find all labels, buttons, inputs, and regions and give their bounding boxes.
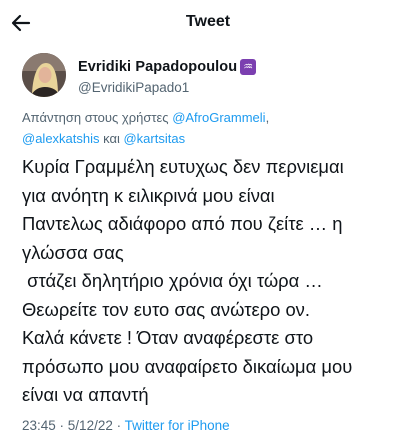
tweet-line: είναι να απαντή (22, 384, 149, 405)
reply-prefix: Απάντηση στους χρήστες (22, 110, 173, 125)
tweet-line: πρόσωπο μου αναφαίρετο δικαίωμα μου (22, 355, 353, 377)
tweet-line: Παντελως αδιάφορο από που ζείτε … η (22, 213, 343, 234)
tweet-line: Κυρία Γραμμέλη ευτυχως δεν περνιεμαι (22, 156, 344, 177)
tweet-line: Θεωρείτε τον ευτο σας ανώτερο ον. (22, 298, 310, 320)
aquarius-icon: ♒ (240, 59, 257, 75)
tweet-line: γλώσσα σας (22, 241, 124, 263)
page-title: Tweet (185, 13, 231, 30)
meta-separator: · (55, 418, 68, 433)
reply-separator: και (99, 131, 124, 146)
tweet-line: για ανόητη κ ειλικρινά μου είναι (22, 184, 275, 206)
author-handle[interactable]: @EvridikiPapado1 (78, 80, 189, 95)
tweet-date[interactable]: 5/12/22 (68, 418, 113, 433)
top-bar: Tweet (0, 0, 416, 46)
tweet-line: στάζει δηλητήριο χρόνια όχι τώρα … (22, 270, 323, 291)
tweet-time[interactable]: 23:45 (22, 418, 56, 433)
mention-link[interactable]: @kartsitas (123, 131, 185, 146)
author-name-row: Evridiki Papadopoulou ♒ (78, 59, 257, 75)
client-link[interactable]: Twitter for iPhone (125, 418, 230, 433)
mention-link[interactable]: @AfroGrammeli (172, 110, 265, 125)
tweet-metadata: 23:45 · 5/12/22 · Twitter for iPhone (22, 418, 230, 433)
tweet-line: Καλά κάνετε ! Όταν αναφέρεστε στο (22, 327, 314, 348)
mention-link[interactable]: @alexkatshis (22, 131, 100, 146)
display-name[interactable]: Evridiki Papadopoulou (78, 59, 237, 75)
reply-context: Απάντηση στους χρήστες @AfroGrammeli, (22, 110, 269, 125)
reply-context-continued: @alexkatshis και @kartsitas (22, 131, 185, 146)
avatar[interactable] (22, 53, 66, 97)
tweet-text: Κυρία Γραμμέλη ευτυχως δεν περνιεμαι για… (22, 153, 412, 410)
reply-separator: , (265, 110, 270, 125)
meta-separator: · (112, 418, 125, 433)
